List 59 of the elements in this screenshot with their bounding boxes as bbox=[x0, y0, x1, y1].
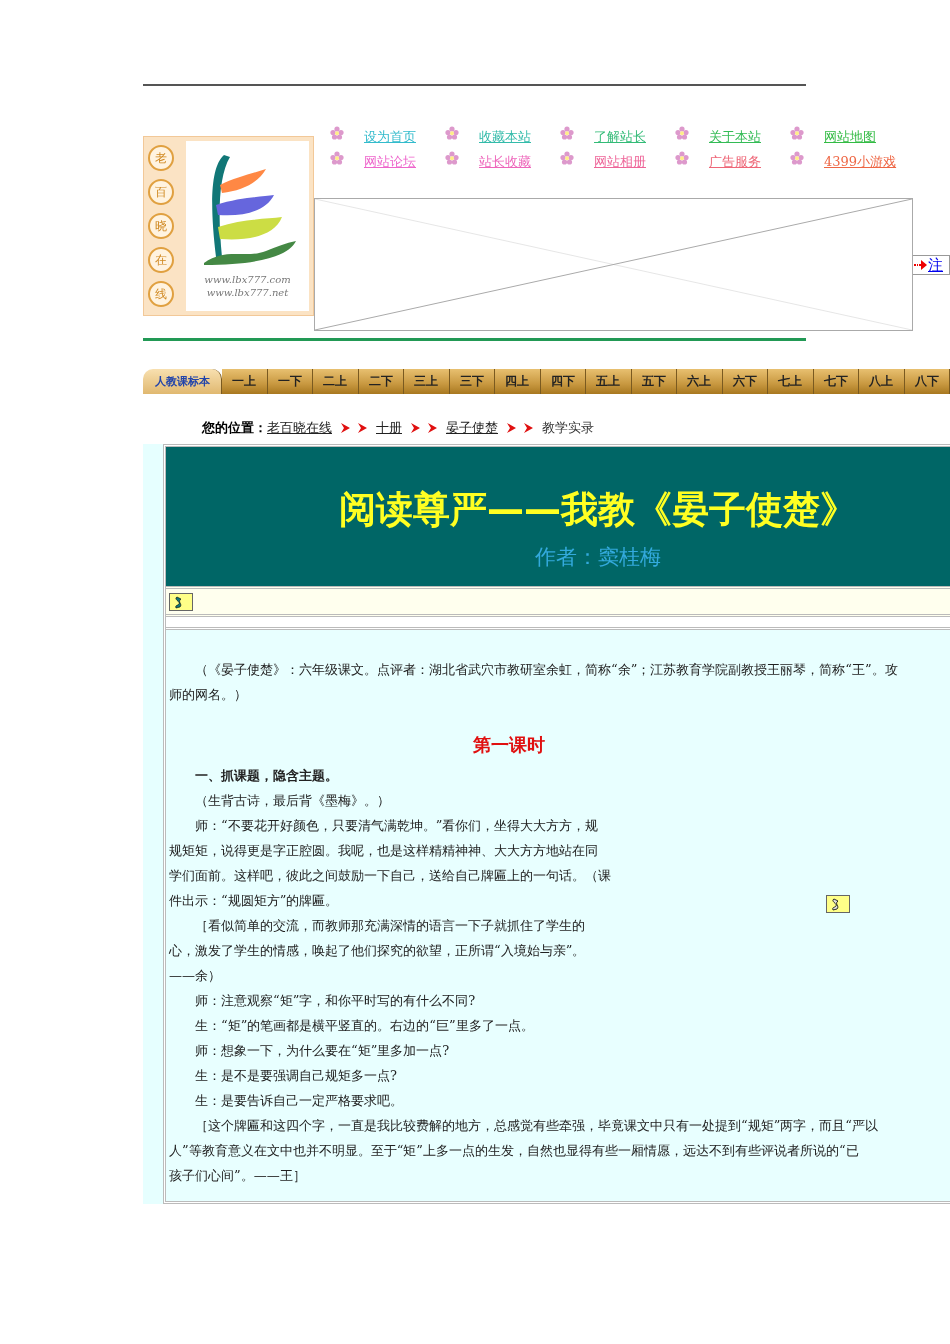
chevrons-icon bbox=[410, 422, 438, 434]
chevrons-icon bbox=[340, 422, 368, 434]
flower-icon bbox=[445, 151, 459, 165]
paragraph: 师：注意观察“矩”字，和你平时写的有什么不同? bbox=[194, 992, 476, 1010]
subheading: 一、抓课题，隐含主题。 bbox=[194, 767, 338, 785]
grade-tab[interactable]: 三上 bbox=[404, 369, 450, 394]
grade-tab[interactable]: 八上 bbox=[859, 369, 905, 394]
textbook-tab[interactable]: 人教课标本 bbox=[143, 369, 222, 394]
flower-icon bbox=[675, 126, 689, 140]
logo-url: www.lbx777.net bbox=[206, 286, 289, 299]
flower-icon bbox=[330, 126, 344, 140]
grade-tab[interactable]: 七上 bbox=[768, 369, 814, 394]
grade-tab[interactable]: 八下 bbox=[904, 369, 950, 394]
intro-paragraph: （《晏子使楚》：六年级课文。点评者：湖北省武穴市教研室余虹，简称“余”；江苏教育学院副教授王丽琴，简称“王”。攻 师的网名。） bbox=[169, 661, 898, 704]
paragraph: ［这个牌匾和这四个字，一直是我比较费解的地方，总感觉有些牵强，毕竟课文中只有一处提到“规矩”两字，而且“严以 人”等教育意义在文中也并不明显。至于“矩”上多一点的生发，自然也显得有些一厢情愿，远达不到有些评说者所说的“已 孩子们心间”。——王］ bbox=[169, 1117, 878, 1185]
flower-icon bbox=[445, 126, 459, 140]
logo-character: 晓 bbox=[148, 213, 174, 239]
paragraph: 师：想象一下，为什么要在“矩”里多加一点? bbox=[194, 1042, 450, 1060]
logo-character: 百 bbox=[148, 179, 174, 205]
grade-tab[interactable]: 一下 bbox=[267, 369, 313, 394]
grade-tab[interactable]: 一上 bbox=[222, 369, 268, 394]
scroll-icon bbox=[169, 593, 193, 611]
flower-icon bbox=[560, 151, 574, 165]
grade-tab[interactable]: 七下 bbox=[813, 369, 859, 394]
grade-tab[interactable]: 五上 bbox=[586, 369, 632, 394]
paragraph: 生：“矩”的笔画都是横平竖直的。右边的“巨”里多了一点。 bbox=[194, 1017, 534, 1035]
grade-tab[interactable]: 二上 bbox=[313, 369, 359, 394]
flower-icon bbox=[790, 151, 804, 165]
arrow-icon bbox=[913, 257, 928, 272]
breadcrumb-link[interactable]: 老百晓在线 bbox=[267, 419, 332, 437]
location-label: 您的位置： bbox=[202, 419, 267, 437]
logo-character: 在 bbox=[148, 247, 174, 273]
paragraph: 生：是不是要强调自己规矩多一点? bbox=[194, 1067, 397, 1085]
grade-tab[interactable]: 二下 bbox=[358, 369, 404, 394]
paragraph: （生背古诗，最后背《墨梅》。） bbox=[194, 792, 390, 810]
paragraph: 生：是要告诉自己一定严格要求吧。 bbox=[194, 1092, 403, 1110]
logo-url: www.lbx777.com bbox=[204, 273, 291, 286]
article-title: 阅读尊严——我教《晏子使楚》 bbox=[339, 487, 857, 533]
paragraph: ［看似简单的交流，而教师那充满深情的语言一下子就抓住了学生的 心，激发了学生的情感，唤起了他们探究的欲望，正所谓“入境始与亲”。 ——余） bbox=[169, 917, 586, 985]
grade-tab[interactable]: 六上 bbox=[677, 369, 723, 394]
section-heading: 第一课时 bbox=[472, 733, 546, 757]
breadcrumb-link[interactable]: 晏子使楚 bbox=[446, 419, 498, 437]
flower-icon bbox=[790, 126, 804, 140]
grade-tab[interactable]: 六下 bbox=[722, 369, 768, 394]
breadcrumb-link[interactable]: 十册 bbox=[376, 419, 402, 437]
article-author: 作者：窦桂梅 bbox=[535, 544, 661, 571]
flower-icon bbox=[330, 151, 344, 165]
paragraph: 师：“不要花开好颜色，只要清气满乾坤。”看你们，坐得大大方方，规 规矩矩，说得更是字正腔圆。我呢，也是这样精精神神、大大方方地站在同 学们面前。这样吧，彼此之间鼓励一下自己，送给自己牌匾上的一句话。（课 件出示：“规圆矩方”的牌匾。 bbox=[169, 817, 611, 910]
chevrons-icon bbox=[506, 422, 534, 434]
logo-character: 老 bbox=[148, 145, 174, 171]
grade-tab[interactable]: 五下 bbox=[631, 369, 677, 394]
logo-character: 线 bbox=[148, 281, 174, 307]
grade-tab[interactable]: 四下 bbox=[540, 369, 586, 394]
grade-tab[interactable]: 四上 bbox=[495, 369, 541, 394]
flower-icon bbox=[675, 151, 689, 165]
scroll-icon bbox=[826, 895, 850, 913]
breadcrumb-current: 教学实录 bbox=[542, 419, 594, 437]
flower-icon bbox=[560, 126, 574, 140]
grade-tab[interactable]: 三下 bbox=[449, 369, 495, 394]
